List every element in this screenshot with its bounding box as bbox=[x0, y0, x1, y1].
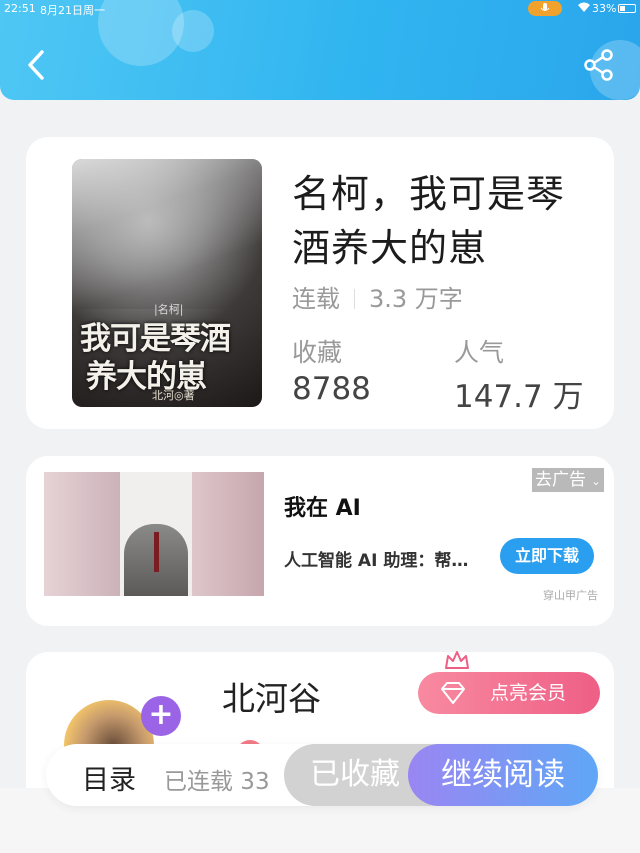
meta-divider bbox=[354, 289, 355, 309]
toc-button[interactable]: 目录 bbox=[82, 758, 136, 797]
vip-button[interactable]: 点亮会员 bbox=[418, 672, 600, 714]
cover-author: 北河◎著 bbox=[152, 389, 195, 402]
wifi-icon bbox=[578, 2, 590, 12]
chevron-down-icon: ⌄ bbox=[591, 475, 601, 488]
popularity-value: 147.7 万 bbox=[454, 379, 584, 415]
serial-chapters[interactable]: 已连载 33 bbox=[164, 762, 284, 796]
collect-count: 8788 bbox=[292, 371, 371, 407]
author-name: 北河谷 bbox=[222, 679, 321, 718]
bottom-action-bar: 目录 已连载 33 已收藏 继续阅读 bbox=[46, 744, 598, 806]
status-time: 22:51 bbox=[4, 2, 36, 15]
ad-source: 穿山甲广告 bbox=[543, 589, 598, 602]
remove-ad-label: 去广告 bbox=[535, 470, 586, 490]
chevron-left-icon bbox=[28, 50, 44, 80]
share-icon bbox=[584, 49, 613, 81]
back-button[interactable] bbox=[22, 48, 52, 82]
book-cover[interactable]: |名柯| 我可是琴酒 养大的崽 北河◎著 bbox=[72, 159, 262, 407]
popularity-label: 人气 bbox=[454, 338, 505, 367]
ad-card[interactable]: 去广告 ⌄ 我在 AI 人工智能 AI 助理：帮… 立即下载 穿山甲广告 bbox=[26, 456, 614, 626]
crown-icon bbox=[445, 651, 469, 669]
status-bar: 22:51 8月21日周一 33% bbox=[0, 0, 640, 18]
ad-tie bbox=[154, 532, 159, 572]
ad-title: 我在 AI bbox=[284, 496, 361, 521]
vip-button-label: 点亮会员 bbox=[490, 682, 567, 704]
cover-artwork bbox=[72, 159, 262, 309]
follow-plus-button[interactable]: + bbox=[141, 696, 181, 736]
book-word-count: 3.3 万字 bbox=[369, 285, 463, 313]
status-date: 8月21日周一 bbox=[40, 4, 105, 17]
continue-reading-button[interactable]: 继续阅读 bbox=[408, 744, 598, 806]
ad-description: 人工智能 AI 助理：帮… bbox=[284, 551, 469, 571]
remove-ad-button[interactable]: 去广告 ⌄ bbox=[532, 468, 604, 492]
share-button[interactable] bbox=[582, 48, 616, 82]
battery-percent: 33% bbox=[592, 2, 617, 15]
mic-indicator-icon bbox=[528, 1, 562, 16]
book-meta: 连载 3.3 万字 bbox=[292, 279, 463, 314]
diamond-icon bbox=[441, 682, 465, 704]
book-status: 连载 bbox=[292, 285, 340, 313]
download-button[interactable]: 立即下载 bbox=[500, 538, 594, 574]
book-title: 名柯，我可是琴酒养大的崽 bbox=[292, 172, 566, 270]
top-header: 22:51 8月21日周一 33% bbox=[0, 0, 640, 100]
collect-label: 收藏 bbox=[292, 338, 343, 367]
book-info-card: |名柯| 我可是琴酒 养大的崽 北河◎著 名柯，我可是琴酒养大的崽 连载 3.3 … bbox=[26, 137, 614, 429]
ad-image[interactable] bbox=[44, 472, 264, 596]
battery-icon bbox=[618, 4, 636, 13]
